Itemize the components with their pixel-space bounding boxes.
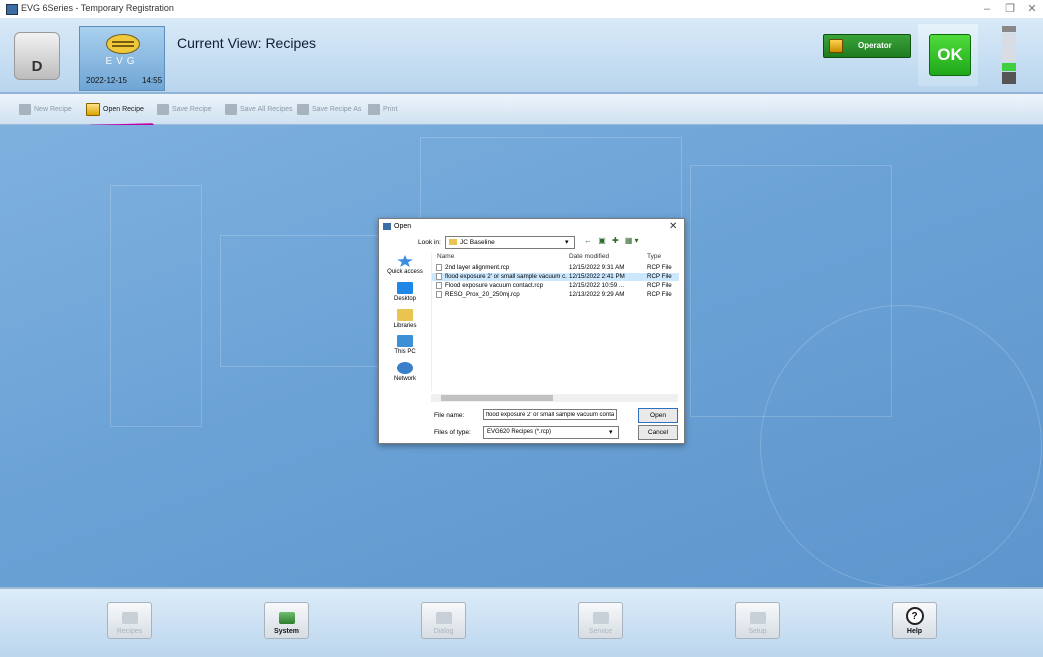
network-icon [397, 362, 413, 374]
service-icon [592, 612, 609, 624]
system-icon [278, 612, 295, 624]
dialog-close-button[interactable]: ✕ [669, 221, 677, 232]
chevron-down-icon: ▾ [565, 239, 569, 246]
nav-service-button[interactable]: Service [578, 602, 623, 639]
background-graphic [110, 185, 202, 427]
scrollbar-thumb[interactable] [441, 395, 553, 401]
file-icon [436, 264, 442, 271]
window-title: EVG 6Series - Temporary Registration [21, 3, 174, 13]
open-folder-icon [86, 102, 100, 116]
operator-icon [829, 39, 843, 53]
nav-help-button[interactable]: ? Help [892, 602, 937, 639]
file-row[interactable]: RESO_Prox_20_250mj.rcp 12/13/2022 9:29 A… [432, 291, 679, 299]
user-level-badge[interactable]: D [14, 32, 60, 80]
look-in-label: Look in: [418, 239, 441, 246]
light-tower-icon [1002, 26, 1016, 84]
print-icon [368, 103, 380, 115]
background-graphic [220, 235, 392, 367]
place-this-pc[interactable]: This PC [384, 335, 426, 355]
file-name-input[interactable] [483, 409, 617, 420]
file-name-label: File name: [434, 412, 465, 419]
save-all-icon [225, 103, 237, 115]
close-button[interactable]: ✕ [1020, 1, 1043, 17]
column-header-type[interactable]: Type [647, 253, 661, 260]
recipe-toolbar: New Recipe Open Recipe Save Recipe Save … [0, 94, 1043, 125]
column-header-date[interactable]: Date modified [569, 253, 609, 260]
app-header: D EVG 2022-12-15 14:55 Current View: Rec… [0, 18, 1043, 94]
cancel-button[interactable]: Cancel [638, 425, 678, 440]
background-wafer-graphic [760, 305, 1042, 587]
place-desktop[interactable]: Desktop [384, 282, 426, 302]
file-list: Name Date modified Type 2nd layer alignm… [431, 253, 679, 391]
save-as-icon [297, 103, 309, 115]
save-recipe-button[interactable]: Save Recipe [157, 101, 212, 117]
window-titlebar: EVG 6Series - Temporary Registration – ❐… [0, 0, 1043, 18]
save-recipe-as-button[interactable]: Save Recipe As [297, 101, 361, 117]
open-button[interactable]: Open [638, 408, 678, 423]
new-recipe-icon [19, 103, 31, 115]
app-icon [6, 4, 18, 15]
restore-button[interactable]: ❐ [998, 1, 1022, 17]
file-row[interactable]: 2nd layer alignment.rcp 12/15/2022 9:31 … [432, 264, 679, 272]
folder-icon [449, 239, 457, 245]
place-network[interactable]: Network [384, 362, 426, 382]
nav-dialog-button[interactable]: Dialog [421, 602, 466, 639]
open-file-dialog: Open ✕ Look in: JC Baseline ▾ ← ▣ ✚ ▦▾ Q… [378, 218, 685, 444]
file-icon [436, 273, 442, 280]
horizontal-scrollbar[interactable] [431, 394, 678, 402]
new-recipe-button[interactable]: New Recipe [19, 101, 72, 117]
open-recipe-button[interactable]: Open Recipe [86, 101, 144, 117]
file-type-value: EVG620 Recipes (*.rcp) [487, 429, 552, 435]
minimize-button[interactable]: – [975, 1, 999, 17]
file-icon [436, 282, 442, 289]
page-title: Current View: Recipes [177, 35, 317, 51]
evg-logo-icon [106, 34, 140, 54]
nav-system-button[interactable]: System [264, 602, 309, 639]
file-row[interactable]: Flood exposure vacuum contact.rcp 12/15/… [432, 282, 679, 290]
file-type-label: Files of type: [434, 429, 471, 436]
bottom-nav-bar: Recipes System Dialog Service Setup ? Hel… [0, 587, 1043, 657]
background-graphic [420, 137, 682, 224]
place-libraries[interactable]: Libraries [384, 309, 426, 329]
save-all-recipes-button[interactable]: Save All Recipes [225, 101, 293, 117]
dialog-nav-icons[interactable]: ← ▣ ✚ ▦▾ [584, 236, 641, 245]
desktop-icon [397, 282, 413, 294]
libraries-icon [397, 309, 413, 321]
file-type-dropdown[interactable]: EVG620 Recipes (*.rcp) ▾ [483, 426, 619, 439]
help-icon: ? [905, 607, 924, 625]
star-icon [397, 255, 413, 267]
operator-button[interactable]: Operator [823, 34, 911, 58]
recipes-icon [121, 612, 138, 624]
time-display: 14:55 [142, 76, 163, 85]
file-icon [436, 291, 442, 298]
dialog-title: Open [394, 223, 412, 230]
look-in-value: JC Baseline [460, 239, 495, 246]
computer-icon [397, 335, 413, 347]
clock-icon [435, 612, 452, 624]
nav-recipes-button[interactable]: Recipes [107, 602, 152, 639]
ok-status-button[interactable]: OK [929, 34, 971, 76]
column-header-name[interactable]: Name [437, 253, 454, 260]
dialog-app-icon [383, 223, 391, 230]
print-button[interactable]: Print [368, 101, 397, 117]
chevron-down-icon: ▾ [609, 429, 613, 436]
tools-icon [749, 612, 766, 624]
save-icon [157, 103, 169, 115]
logo-text: EVG [105, 56, 139, 67]
look-in-dropdown[interactable]: JC Baseline ▾ [445, 236, 575, 249]
file-row-selected[interactable]: flood exposure 2' or small sample vacuum… [432, 273, 679, 281]
operator-label: Operator [858, 41, 892, 50]
evg-logo-panel: EVG 2022-12-15 14:55 [79, 26, 165, 91]
place-quick-access[interactable]: Quick access [384, 255, 426, 275]
date-display: 2022-12-15 [86, 76, 127, 85]
nav-setup-button[interactable]: Setup [735, 602, 780, 639]
